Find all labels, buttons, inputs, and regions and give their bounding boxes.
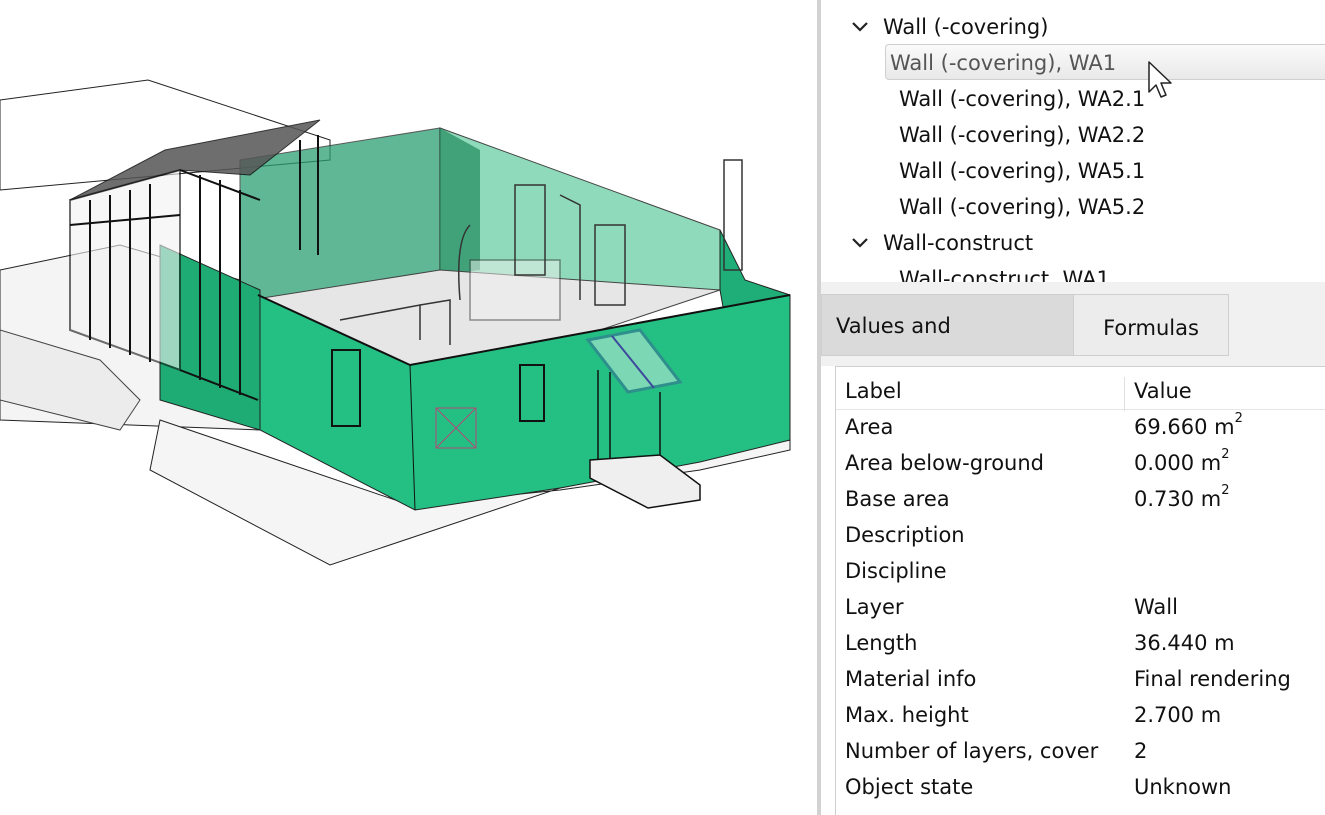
property-value: 0.000 m2 — [1134, 447, 1230, 475]
property-label: Discipline — [845, 559, 947, 583]
tab-formulas[interactable]: Formulas — [1074, 294, 1229, 356]
tree-item-wa5-1[interactable]: Wall (-covering), WA5.1 — [889, 153, 1145, 189]
tree-item-label: Wall (-covering), WA5.2 — [899, 195, 1146, 219]
tree-item-label: Wall (-covering), WA5.1 — [899, 159, 1146, 183]
property-label: Layer — [845, 595, 904, 619]
model-viewport[interactable] — [0, 0, 817, 815]
tree-item-wa1[interactable]: Wall (-covering), WA1 — [885, 44, 1325, 80]
building-model-3d — [0, 79, 791, 566]
tab-bar: Values and attributes Formulas — [821, 282, 1325, 400]
property-value: Wall — [1134, 595, 1178, 619]
tree-item-label: Wall (-covering), WA1 — [890, 51, 1117, 75]
chevron-down-icon[interactable] — [851, 225, 873, 261]
tree-item-construct-wa1[interactable]: Wall-construct, WA1 — [889, 261, 1110, 282]
table-row[interactable]: Object state Unknown — [836, 769, 1325, 805]
table-row[interactable]: Max. height 2.700 m — [836, 697, 1325, 733]
property-value: 69.660 m2 — [1134, 411, 1243, 439]
property-value: 0.730 m2 — [1134, 483, 1230, 511]
table-row[interactable]: Description — [836, 517, 1325, 553]
tree-group-label: Wall-construct — [883, 231, 1034, 255]
tree-item-label: Wall (-covering), WA2.2 — [899, 123, 1146, 147]
property-label: Material info — [845, 667, 977, 691]
property-label: Length — [845, 631, 918, 655]
table-row[interactable]: Base area 0.730 m2 — [836, 481, 1325, 517]
property-label: Area — [845, 415, 894, 439]
tree-item-wa5-2[interactable]: Wall (-covering), WA5.2 — [889, 189, 1145, 225]
tree-group-label: Wall (-covering) — [883, 15, 1049, 39]
object-tree: Wall (-covering) Wall (-covering), WA1 W… — [821, 0, 1325, 282]
unit-exponent: 2 — [1234, 411, 1243, 426]
table-row[interactable]: Length 36.440 m — [836, 625, 1325, 661]
table-header: Label Value — [836, 373, 1325, 411]
property-label: Base area — [845, 487, 950, 511]
property-label: Description — [845, 523, 965, 547]
chevron-down-icon[interactable] — [851, 9, 873, 45]
tree-item-wa2-2[interactable]: Wall (-covering), WA2.2 — [889, 117, 1145, 153]
column-header-value: Value — [1134, 379, 1192, 403]
table-row[interactable]: Area 69.660 m2 — [836, 409, 1325, 445]
tree-group-wall-covering[interactable]: Wall (-covering) — [851, 9, 1048, 45]
property-label: Number of layers, cover — [845, 739, 1099, 763]
tree-group-wall-construct[interactable]: Wall-construct — [851, 225, 1033, 261]
property-value: 36.440 m — [1134, 631, 1235, 655]
column-separator[interactable] — [1124, 377, 1125, 411]
mouse-pointer-icon — [1148, 61, 1172, 98]
table-row[interactable]: Area below-ground 0.000 m2 — [836, 445, 1325, 481]
properties-panel: Wall (-covering) Wall (-covering), WA1 W… — [821, 0, 1325, 815]
property-value: Unknown — [1134, 775, 1232, 799]
table-row[interactable]: Number of layers, cover 2 — [836, 733, 1325, 769]
tree-item-label: Wall (-covering), WA2.1 — [899, 87, 1146, 111]
property-value: 2 — [1134, 739, 1148, 763]
unit-exponent: 2 — [1221, 483, 1230, 498]
attribute-table: Label Value Area 69.660 m2 Area below-grou… — [835, 366, 1325, 815]
property-label: Area below-ground — [845, 451, 1044, 475]
property-label: Max. height — [845, 703, 969, 727]
unit-exponent: 2 — [1221, 447, 1230, 462]
tree-item-label: Wall-construct, WA1 — [899, 267, 1110, 282]
column-header-label: Label — [845, 379, 902, 403]
tab-values-and-attributes[interactable]: Values and attributes — [821, 294, 1074, 400]
table-row[interactable]: Discipline — [836, 553, 1325, 589]
property-value: Final rendering — [1134, 667, 1291, 691]
table-row[interactable]: Material info Final rendering — [836, 661, 1325, 697]
table-row[interactable]: Layer Wall — [836, 589, 1325, 625]
property-label: Object state — [845, 775, 974, 799]
property-value: 2.700 m — [1134, 703, 1222, 727]
tree-item-wa2-1[interactable]: Wall (-covering), WA2.1 — [889, 81, 1145, 117]
